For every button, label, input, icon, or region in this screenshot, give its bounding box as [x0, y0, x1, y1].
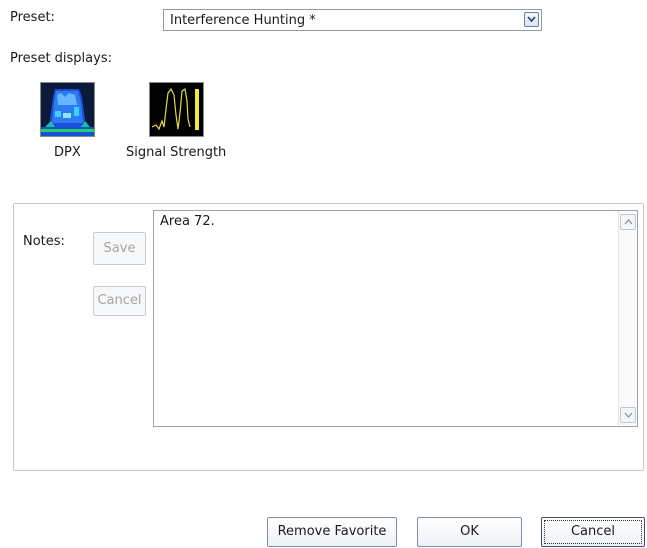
signal-strength-icon[interactable]	[149, 82, 204, 137]
signal-strength-caption: Signal Strength	[126, 145, 227, 160]
save-button[interactable]: Save	[93, 232, 146, 265]
preset-select[interactable]: Interference Hunting *	[163, 9, 542, 31]
notes-cancel-button[interactable]: Cancel	[93, 286, 146, 316]
notes-scrollbar[interactable]	[618, 211, 637, 426]
scroll-down-icon[interactable]	[620, 407, 636, 423]
remove-favorite-button[interactable]: Remove Favorite	[267, 517, 397, 547]
dpx-spectrum-icon[interactable]	[40, 82, 95, 137]
notes-label: Notes:	[23, 234, 65, 249]
chevron-down-icon[interactable]	[524, 12, 539, 27]
notes-textarea[interactable]: Area 72.	[153, 210, 638, 427]
preset-label: Preset:	[10, 10, 55, 25]
ok-button[interactable]: OK	[417, 517, 522, 547]
preset-displays-label: Preset displays:	[10, 51, 112, 66]
scroll-up-icon[interactable]	[620, 214, 636, 230]
preset-select-value: Interference Hunting *	[170, 13, 316, 28]
dpx-caption: DPX	[54, 145, 81, 160]
focus-ring	[544, 520, 642, 544]
cancel-button[interactable]: Cancel	[541, 517, 645, 547]
notes-text: Area 72.	[160, 214, 215, 229]
